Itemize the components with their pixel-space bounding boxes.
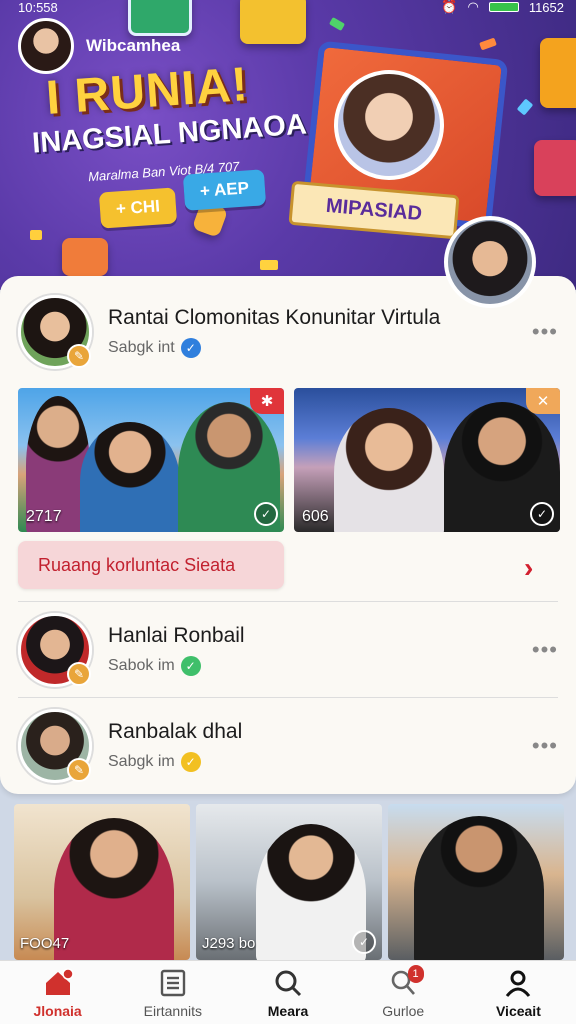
gallery-photo[interactable]: J293 bo ✓	[196, 804, 382, 960]
check-icon[interactable]: ✓	[254, 502, 278, 526]
nav-label: Meara	[267, 1002, 309, 1019]
post-subtitle: Sabgk im	[108, 753, 175, 770]
person-figure	[80, 422, 180, 532]
check-icon[interactable]: ✓	[352, 930, 376, 954]
person-figure	[334, 408, 444, 532]
reward-pill-chi[interactable]: + CHI	[98, 187, 178, 229]
confetti-decoration	[479, 37, 497, 51]
gallery-label: J293 bo	[202, 935, 256, 952]
more-options-icon[interactable]: •••	[528, 733, 558, 759]
edit-badge-icon: ✎	[67, 758, 91, 782]
community-cta-button[interactable]: Ruaang korluntac Sieata	[18, 541, 284, 589]
divider	[18, 697, 558, 698]
photo-count: 606	[302, 508, 329, 525]
nav-label: Viceait	[495, 1002, 541, 1019]
person-figure	[256, 824, 366, 960]
nav-home[interactable]: Jlonaia	[0, 961, 115, 1024]
photo-count: 2717	[26, 508, 62, 525]
status-bar: 10:558 ⏰ ◠ 11652	[0, 0, 576, 15]
gallery-label: FOO47	[20, 935, 70, 952]
post-title: Rantai Clomonitas Konunitar Virtula	[108, 306, 441, 329]
verified-check-icon: ✓	[180, 338, 201, 358]
featured-photo	[334, 70, 444, 180]
post-text: Hanlai Ronbail Sabok im ✓	[108, 624, 528, 676]
confetti-decoration	[260, 260, 278, 270]
bottom-nav: Jlonaia Eirtannits Meara 1 Gurloe Viceai…	[0, 960, 576, 1024]
avatar[interactable]	[18, 18, 74, 74]
confetti-decoration	[328, 17, 346, 31]
wifi-icon: ◠	[467, 0, 479, 14]
close-icon[interactable]: ✕	[526, 388, 560, 414]
post-title: Ranbalak dhal	[108, 720, 243, 743]
list-icon	[157, 967, 189, 999]
status-icons: ⏰ ◠ 11652	[441, 0, 564, 15]
edit-badge-icon: ✎	[67, 662, 91, 686]
edit-badge-icon: ✎	[67, 344, 91, 368]
more-options-icon[interactable]: •••	[528, 319, 558, 345]
cube-decoration	[540, 38, 576, 108]
cube-decoration	[62, 238, 108, 276]
post-photo[interactable]: ✱ 2717 ✓	[18, 388, 284, 532]
avatar[interactable]: ✎	[18, 613, 92, 687]
reward-pill-aep[interactable]: + AEP	[182, 169, 267, 211]
nav-label: Jlonaia	[33, 1002, 82, 1019]
featured-avatar[interactable]	[444, 216, 536, 308]
divider	[18, 601, 558, 602]
status-right-text: 11652	[528, 0, 564, 15]
confetti-decoration	[30, 230, 42, 240]
post-title: Hanlai Ronbail	[108, 624, 245, 647]
post-photo[interactable]: ✕ 606 ✓	[294, 388, 560, 532]
battery-icon	[488, 2, 519, 12]
notification-badge: 1	[407, 965, 424, 983]
post-header[interactable]: ✎ Ranbalak dhal Sabgk im ✓ •••	[18, 706, 558, 786]
nav-label: Eirtannits	[143, 1002, 202, 1019]
nav-community[interactable]: 1 Gurloe	[346, 961, 461, 1024]
avatar[interactable]: ✎	[18, 295, 92, 369]
home-icon	[42, 967, 74, 999]
chevron-right-icon[interactable]: ›	[524, 552, 533, 584]
nav-label: Gurloe	[382, 1002, 425, 1019]
post-header[interactable]: ✎ Hanlai Ronbail Sabok im ✓ •••	[18, 610, 558, 690]
post-text: Rantai Clomonitas Konunitar Virtula Sabg…	[108, 306, 528, 358]
avatar[interactable]: ✎	[18, 709, 92, 783]
post-subtitle: Sabok im	[108, 657, 175, 674]
nav-list[interactable]: Eirtannits	[115, 961, 230, 1024]
post-text: Ranbalak dhal Sabgk im ✓	[108, 720, 528, 772]
verified-check-icon: ✓	[180, 752, 201, 772]
nav-search[interactable]: Meara	[230, 961, 345, 1024]
feed-card: ✎ Rantai Clomonitas Konunitar Virtula Sa…	[0, 276, 576, 794]
confetti-decoration	[516, 98, 534, 116]
verified-check-icon: ✓	[180, 656, 201, 676]
close-icon[interactable]: ✱	[250, 388, 284, 414]
more-options-icon[interactable]: •••	[528, 637, 558, 663]
cube-decoration	[534, 140, 576, 196]
profile-icon	[502, 967, 534, 999]
search-icon	[272, 967, 304, 999]
nav-profile[interactable]: Viceait	[461, 961, 576, 1024]
post-subtitle: Sabgk int	[108, 339, 175, 356]
post-subtitle-row: Sabgk im ✓	[108, 752, 528, 772]
gallery-photo[interactable]	[388, 804, 564, 960]
post-subtitle-row: Sabok im ✓	[108, 656, 528, 676]
banner-username[interactable]: Wibcamhea	[86, 36, 180, 56]
person-figure	[54, 818, 174, 960]
person-figure	[414, 816, 544, 960]
gallery-photo[interactable]: FOO47	[14, 804, 190, 960]
status-time: 10:558	[18, 0, 58, 15]
check-icon[interactable]: ✓	[530, 502, 554, 526]
post-subtitle-row: Sabgk int ✓	[108, 338, 528, 358]
alarm-icon: ⏰	[441, 0, 458, 14]
